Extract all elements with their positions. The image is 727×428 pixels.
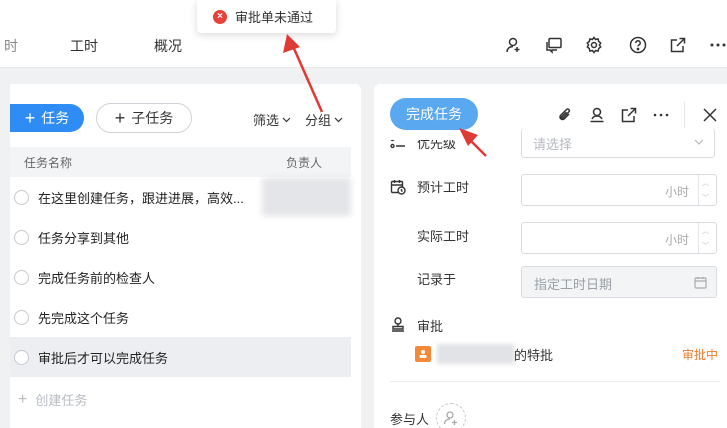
task-checkbox[interactable] [14,309,29,325]
plus-icon: + [114,108,126,128]
recorded-on-label: 记录于 [417,272,457,287]
gear-icon[interactable] [585,36,603,54]
top-bar [0,0,727,68]
approval-item-text[interactable]: 的特批 [514,345,553,364]
tab-overview[interactable]: 概况 [154,36,182,56]
share-icon[interactable] [620,106,638,124]
task-checkbox[interactable] [14,349,29,365]
task-row[interactable]: 完成任务前的检查人 [10,257,351,297]
calendar-icon [694,277,707,289]
task-title: 审批后才可以完成任务 [38,350,169,366]
approval-status-badge: 审批中 [682,348,719,362]
chevron-down-icon [282,117,291,122]
section-divider [390,381,720,382]
task-row[interactable]: 先完成这个任务 [10,297,351,337]
chevron-down-icon [694,139,704,145]
approval-stamp-icon [390,316,406,332]
add-participant-icon[interactable] [436,403,466,428]
filter-label: 筛选 [253,113,280,128]
priority-row-cover [374,130,514,140]
add-task-button[interactable]: + 任务 [10,104,84,132]
error-icon: × [213,9,227,24]
task-checkbox[interactable] [14,189,29,205]
tab-worktime[interactable]: 工时 [70,36,98,56]
stepper[interactable]: ︿ ﹀ [698,175,712,205]
date-placeholder: 指定工时日期 [534,277,613,292]
add-subtask-button[interactable]: + 子任务 [96,103,192,133]
plus-icon: + [18,390,28,408]
task-title: 先完成这个任务 [38,310,130,326]
user-icon[interactable] [588,106,606,124]
chevron-down-icon[interactable]: ﹀ [702,241,709,251]
hours-unit: 小时 [665,185,690,199]
task-checkbox[interactable] [14,269,29,285]
attachment-icon[interactable] [556,106,574,124]
group-label: 分组 [305,113,332,128]
estimated-hours-input[interactable]: 小时 ︿ ﹀ [521,174,717,206]
task-title: 在这里创建任务，跟进进展，高效... [38,190,244,206]
complete-task-button[interactable]: 完成任务 [390,98,478,130]
error-toast: × 审批单未通过 [197,0,336,33]
top-divider [0,67,727,68]
chevron-down-icon [334,117,343,122]
more-icon[interactable] [652,106,670,124]
chevron-up-icon[interactable]: ︿ [702,226,709,236]
chat-icon[interactable] [545,36,563,54]
task-row[interactable]: 任务分享到其他 [10,217,351,257]
help-icon[interactable] [629,36,647,54]
owner-avatar-blurred [262,178,351,216]
close-icon[interactable] [701,106,719,124]
priority-select[interactable]: 请选择 [521,128,715,158]
task-checkbox[interactable] [14,229,29,245]
chevron-down-icon[interactable]: ﹀ [702,193,709,203]
column-owner: 负责人 [286,156,323,170]
actual-hours-label: 实际工时 [417,229,470,244]
hours-unit: 小时 [665,233,690,247]
add-task-label: 任务 [41,110,70,126]
plus-icon: + [24,108,36,128]
people-icon[interactable] [505,36,523,54]
task-title: 完成任务前的检查人 [38,270,156,286]
priority-placeholder: 请选择 [533,137,573,152]
approval-app-icon [415,346,431,362]
approver-blurred [437,344,515,364]
task-row-selected[interactable]: 审批后才可以完成任务 [10,337,351,377]
task-title: 任务分享到其他 [38,230,130,246]
column-task-name: 任务名称 [24,156,73,170]
chevron-up-icon[interactable]: ︿ [702,178,709,188]
table-header: 任务名称 负责人 [10,147,351,177]
actual-hours-input[interactable]: 小时 ︿ ﹀ [521,222,717,254]
group-dropdown[interactable]: 分组 [305,110,343,129]
toolbar-divider [684,102,685,128]
tab-truncated[interactable]: 时 [4,36,18,56]
clock-calendar-icon [390,179,406,195]
estimated-hours-label: 预计工时 [417,180,470,195]
filter-dropdown[interactable]: 筛选 [253,110,291,129]
toast-message: 审批单未通过 [235,10,314,25]
approval-label: 审批 [417,319,444,334]
stepper[interactable]: ︿ ﹀ [698,223,712,253]
add-subtask-label: 子任务 [131,110,174,126]
create-task-label: 创建任务 [35,393,88,408]
create-task-link[interactable]: + 创建任务 [18,390,87,409]
worktime-date-picker[interactable]: 指定工时日期 [521,266,717,298]
participants-label: 参与人 [390,412,430,427]
share-icon[interactable] [669,36,687,54]
more-icon[interactable] [709,36,727,54]
